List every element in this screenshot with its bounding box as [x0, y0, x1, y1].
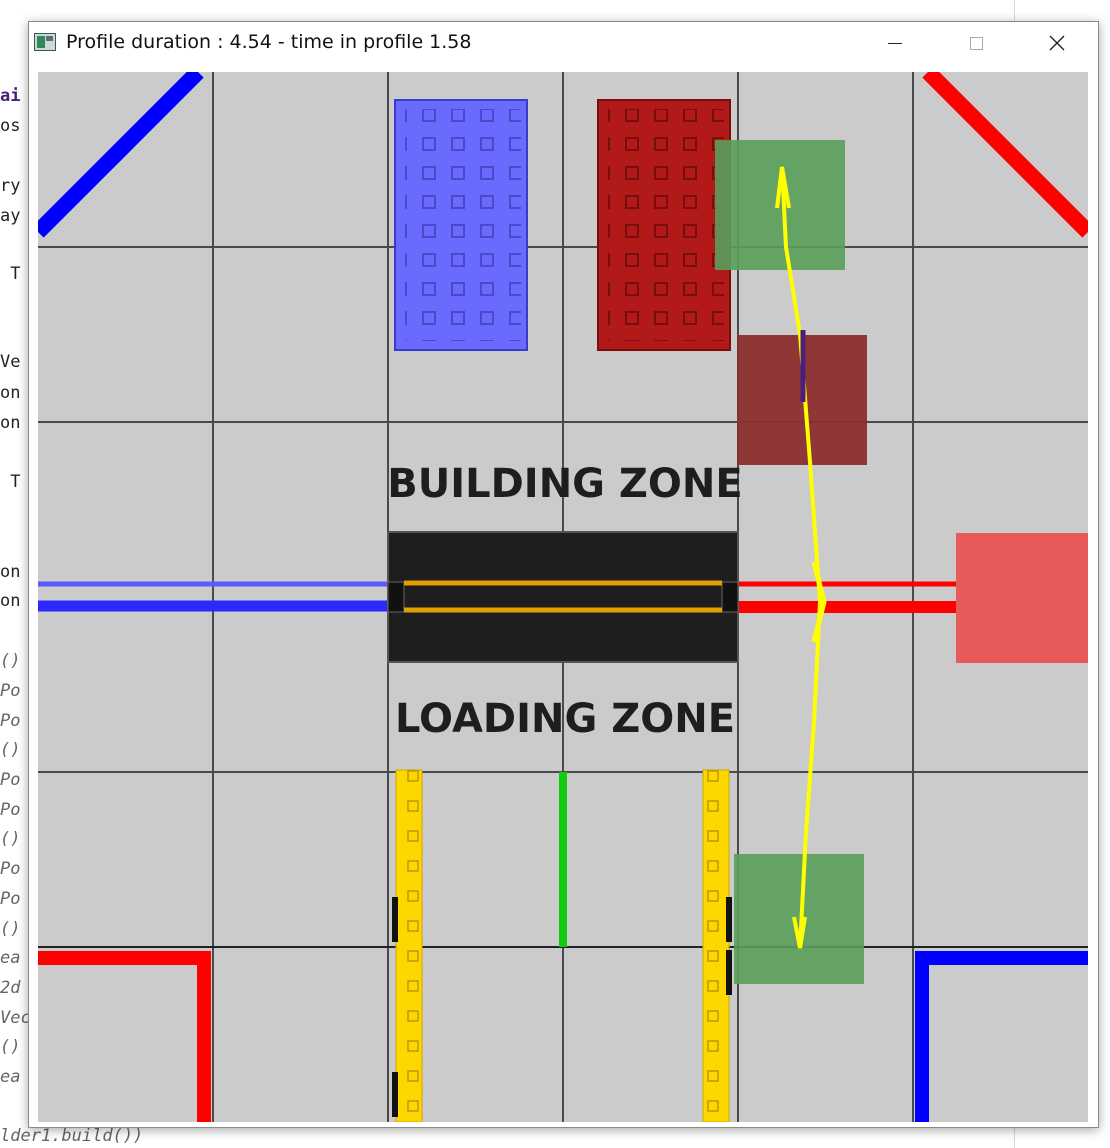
window-title: Profile duration : 4.54 - time in profil…	[66, 31, 472, 53]
code-fragment-left: on	[0, 591, 21, 611]
code-fragment-left: Po	[0, 889, 21, 909]
code-fragment-left: on	[0, 383, 21, 403]
code-fragment-left: ()	[0, 651, 21, 671]
code-fragment-left: ()	[0, 1037, 21, 1057]
right-stone-dark-2	[726, 950, 732, 995]
code-fragment-left: ea	[0, 1067, 21, 1087]
right-stone-studs	[703, 770, 729, 1122]
code-fragment-left: Po	[0, 800, 21, 820]
robot-end-pose	[734, 854, 864, 984]
profile-window[interactable]: Profile duration : 4.54 - time in profil…	[28, 21, 1099, 1128]
close-button[interactable]	[1034, 22, 1080, 64]
code-fragment-left: Vec	[0, 1008, 31, 1028]
skybridge-post-right	[721, 581, 739, 613]
code-fragment-left: Po	[0, 711, 21, 731]
minimize-icon	[888, 42, 902, 44]
left-stone-dark-1	[392, 897, 398, 942]
code-fragment-left: T	[0, 264, 21, 284]
right-stone-dark-1	[726, 897, 732, 942]
field-canvas[interactable]: BUILDING ZONE LOADING ZONE	[38, 72, 1088, 1122]
loading-zone-label: LOADING ZONE	[395, 696, 735, 742]
maximize-button[interactable]	[953, 22, 999, 64]
field-svg: BUILDING ZONE LOADING ZONE	[38, 72, 1088, 1122]
code-fragment-left: ai	[0, 86, 21, 106]
code-fragment-left: ay	[0, 206, 21, 226]
building-zone-label: BUILDING ZONE	[387, 461, 742, 507]
code-fragment-left: ry	[0, 176, 21, 196]
code-fragment-left: ea	[0, 948, 21, 968]
code-fragment-left: Po	[0, 770, 21, 790]
code-fragment-left: ()	[0, 919, 21, 939]
code-fragment-left: Po	[0, 681, 21, 701]
close-icon	[1049, 35, 1065, 51]
code-fragment-left: os	[0, 116, 21, 136]
minimize-button[interactable]	[872, 22, 918, 64]
code-fragment-left: on	[0, 413, 21, 433]
code-fragment-left: 2d	[0, 978, 21, 998]
blue-foundation-studs	[405, 109, 521, 341]
title-bar[interactable]: Profile duration : 4.54 - time in profil…	[29, 22, 1098, 64]
code-fragment-left: Po	[0, 859, 21, 879]
code-fragment-left: ()	[0, 829, 21, 849]
red-target-zone	[956, 533, 1088, 663]
code-fragment-left: Ve	[0, 352, 21, 372]
window-app-icon	[34, 33, 56, 51]
code-fragment-left: T	[0, 472, 21, 492]
maximize-icon	[969, 36, 983, 50]
skybridge	[387, 531, 739, 663]
skybridge-post-left	[387, 581, 405, 613]
left-stone-studs	[396, 770, 422, 1122]
code-fragment-left: lder1.build())	[0, 1126, 144, 1146]
red-foundation-studs	[608, 109, 724, 341]
left-stone-dark-2	[392, 1072, 398, 1117]
robot-start-pose	[715, 140, 845, 270]
code-fragment-left: ()	[0, 740, 21, 760]
code-fragment-left: on	[0, 562, 21, 582]
